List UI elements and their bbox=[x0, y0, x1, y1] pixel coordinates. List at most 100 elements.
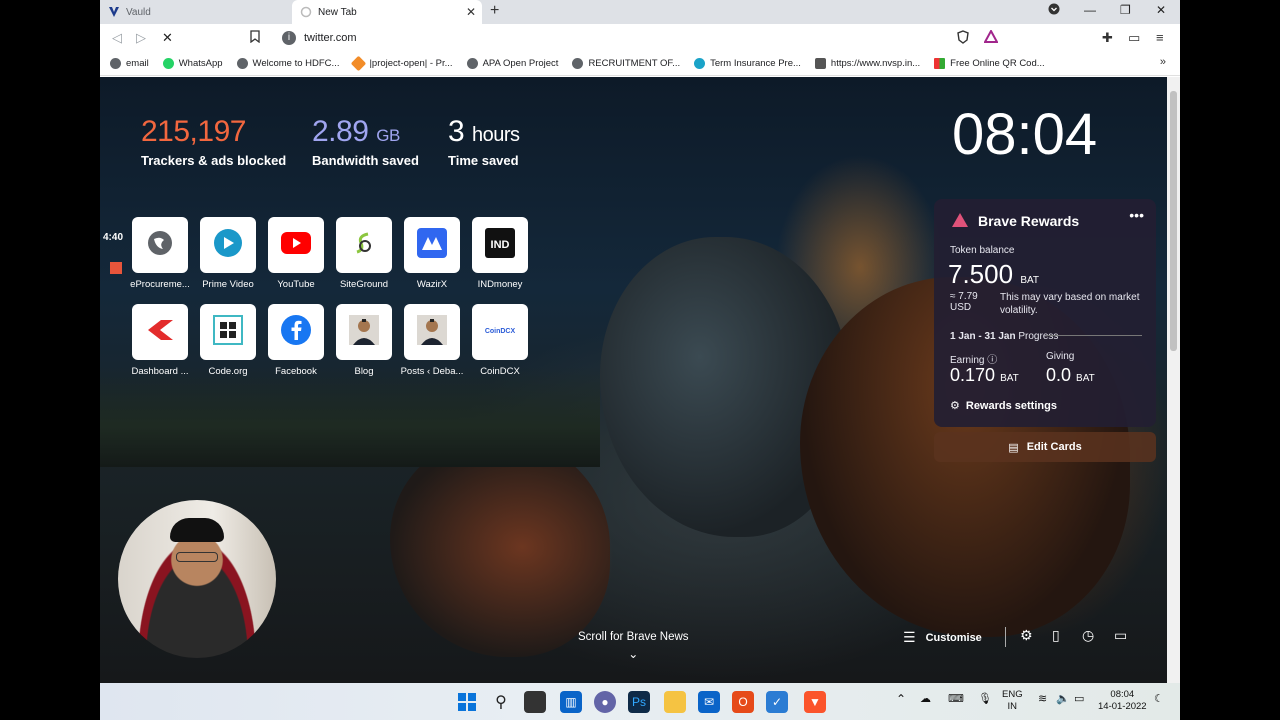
scroll-for-brave-news[interactable]: Scroll for Brave News ⌄ bbox=[578, 631, 689, 661]
globe-icon bbox=[572, 58, 584, 69]
widgets-icon[interactable]: ▥ bbox=[560, 691, 582, 713]
extensions-icon[interactable]: ✚ bbox=[1102, 30, 1113, 46]
file-explorer-icon[interactable] bbox=[664, 691, 686, 713]
start-icon[interactable] bbox=[456, 691, 478, 713]
facebook-icon bbox=[280, 314, 312, 351]
task-view-icon[interactable] bbox=[524, 691, 546, 713]
window-close-icon[interactable]: ✕ bbox=[1156, 3, 1166, 17]
recording-stop-icon[interactable] bbox=[110, 262, 122, 274]
bookmark-whatsapp[interactable]: WhatsApp bbox=[162, 58, 223, 69]
menu-icon[interactable]: ≡ bbox=[1156, 30, 1164, 45]
trackers-value: 215,197 bbox=[141, 115, 246, 148]
keyboard-icon[interactable]: ⌨ bbox=[948, 693, 964, 705]
brave-talk-icon[interactable]: ▭ bbox=[1114, 627, 1127, 644]
photoshop-icon[interactable]: Ps bbox=[628, 691, 650, 713]
globe-icon bbox=[110, 58, 121, 69]
tab-search-icon[interactable] bbox=[1048, 3, 1060, 18]
edit-cards-button[interactable]: ▤ Edit Cards bbox=[934, 432, 1156, 462]
vauld-icon bbox=[108, 6, 120, 18]
brave-shields-icon[interactable] bbox=[956, 30, 970, 47]
back-icon[interactable]: ◁ bbox=[112, 30, 122, 46]
qr-code-icon bbox=[934, 58, 946, 69]
top-site-youtube[interactable]: YouTube bbox=[262, 217, 330, 290]
stop-icon[interactable]: ✕ bbox=[162, 30, 173, 46]
gear-icon: ⚙ bbox=[950, 400, 960, 412]
url-input[interactable] bbox=[304, 32, 904, 44]
bookmark-hdfc[interactable]: Welcome to HDFC... bbox=[236, 58, 339, 69]
bookmark-qr-code[interactable]: Free Online QR Cod... bbox=[934, 58, 1045, 69]
tab-vauld[interactable]: Vauld bbox=[108, 0, 288, 24]
svg-text:IND: IND bbox=[491, 239, 510, 251]
scrollbar-thumb[interactable] bbox=[1170, 91, 1177, 351]
settings-icon[interactable]: ⚙ bbox=[1020, 627, 1033, 644]
more-bookmarks-icon[interactable]: » bbox=[1160, 56, 1166, 68]
wallet-icon[interactable]: ▭ bbox=[1128, 30, 1140, 46]
search-icon[interactable]: ⚲ bbox=[490, 691, 512, 713]
bookmark-email[interactable]: email bbox=[110, 58, 149, 69]
office-icon[interactable]: O bbox=[732, 691, 754, 713]
more-options-icon[interactable]: ••• bbox=[1129, 207, 1144, 223]
bookmark-apa[interactable]: APA Open Project bbox=[466, 58, 558, 69]
top-site-prime-video[interactable]: Prime Video bbox=[194, 217, 262, 290]
tab-new-tab[interactable]: New Tab ✕ bbox=[292, 0, 482, 24]
bookmark-icon[interactable] bbox=[250, 30, 260, 46]
coindcx-icon: CoinDCX bbox=[483, 323, 517, 341]
top-site-posts[interactable]: Posts ‹ Deba... bbox=[398, 304, 466, 377]
customise-button[interactable]: ☰ Customise bbox=[903, 629, 982, 646]
windows-taskbar: ⚲ ▥ ● Ps ✉ O ✓ ▼ ⌃ ☁ ⌨ 🎙 ENG IN ≋ 🔈 ▭ 08… bbox=[100, 683, 1180, 720]
webcam-person bbox=[170, 518, 224, 542]
top-site-blog[interactable]: Blog bbox=[330, 304, 398, 377]
focus-moon-icon[interactable]: ☾ bbox=[1154, 693, 1164, 705]
top-site-siteground[interactable]: SiteGround bbox=[330, 217, 398, 290]
cloud-sync-icon[interactable]: ☁ bbox=[920, 693, 931, 705]
edit-cards-icon: ▤ bbox=[1008, 441, 1019, 454]
rewards-settings-button[interactable]: ⚙ Rewards settings bbox=[950, 399, 1057, 413]
top-site-code-org[interactable]: Code.org bbox=[194, 304, 262, 377]
top-site-coindcx[interactable]: CoinDCX CoinDCX bbox=[466, 304, 534, 377]
brave-browser-icon[interactable]: ▼ bbox=[804, 691, 826, 713]
todo-icon[interactable]: ✓ bbox=[766, 691, 788, 713]
bookmark-term-insurance[interactable]: Term Insurance Pre... bbox=[694, 58, 801, 69]
site-info-icon[interactable]: i bbox=[282, 31, 296, 45]
codeorg-icon bbox=[213, 314, 243, 350]
page-scrollbar[interactable] bbox=[1167, 77, 1180, 683]
recording-timer: 4:40 bbox=[103, 232, 124, 243]
wifi-icon[interactable]: ≋ bbox=[1038, 693, 1047, 705]
progress-divider bbox=[1046, 335, 1142, 336]
mail-icon[interactable]: ✉ bbox=[698, 691, 720, 713]
bookmark-project-open[interactable]: |project-open| - Pr... bbox=[351, 55, 453, 72]
tray-chevron-up-icon[interactable]: ⌃ bbox=[896, 693, 906, 705]
token-balance-label: Token balance bbox=[950, 245, 1015, 256]
close-tab-icon[interactable]: ✕ bbox=[466, 5, 476, 19]
bookmark-nvsp[interactable]: https://www.nvsp.in... bbox=[814, 58, 920, 69]
giving-value: 0.0 BAT bbox=[1046, 365, 1095, 385]
bookmarks-icon[interactable]: ▯ bbox=[1052, 627, 1060, 644]
top-site-indmoney[interactable]: IND INDmoney bbox=[466, 217, 534, 290]
history-icon[interactable]: ◷ bbox=[1082, 627, 1094, 644]
taskbar-clock[interactable]: 08:04 14-01-2022 bbox=[1098, 689, 1147, 713]
top-site-facebook[interactable]: Facebook bbox=[262, 304, 330, 377]
top-site-dashboard[interactable]: Dashboard ... bbox=[126, 304, 194, 377]
usd-value: ≈ 7.79 USD bbox=[950, 291, 978, 313]
chat-icon[interactable]: ● bbox=[594, 691, 616, 713]
address-bar[interactable]: i bbox=[276, 27, 1006, 49]
microphone-icon[interactable]: 🎙 bbox=[978, 693, 992, 705]
new-tab-plus-icon[interactable]: + bbox=[490, 2, 499, 20]
progress-label: Progress bbox=[1018, 331, 1059, 342]
restore-icon[interactable]: ❐ bbox=[1120, 3, 1131, 17]
forward-icon[interactable]: ▷ bbox=[136, 30, 146, 46]
top-site-wazirx[interactable]: WazirX bbox=[398, 217, 466, 290]
bat-logo-icon bbox=[952, 213, 968, 227]
token-balance-value: 7.500 BAT bbox=[948, 259, 1040, 289]
top-site-eprocurement[interactable]: eProcureme... bbox=[126, 217, 194, 290]
minimize-icon[interactable]: — bbox=[1084, 3, 1096, 17]
language-indicator[interactable]: ENG IN bbox=[1002, 689, 1023, 713]
bandwidth-label: Bandwidth saved bbox=[312, 153, 419, 168]
trackers-stat: 215,197 Trackers & ads blocked bbox=[141, 115, 286, 168]
bookmark-recruitment[interactable]: RECRUITMENT OF... bbox=[572, 58, 680, 69]
volume-icon[interactable]: 🔈 bbox=[1056, 693, 1070, 705]
tab-strip: Vauld New Tab ✕ + — ❐ ✕ bbox=[100, 0, 1180, 24]
brave-rewards-icon[interactable] bbox=[983, 28, 999, 46]
battery-icon[interactable]: ▭ bbox=[1074, 693, 1084, 705]
youtube-icon bbox=[281, 231, 311, 259]
